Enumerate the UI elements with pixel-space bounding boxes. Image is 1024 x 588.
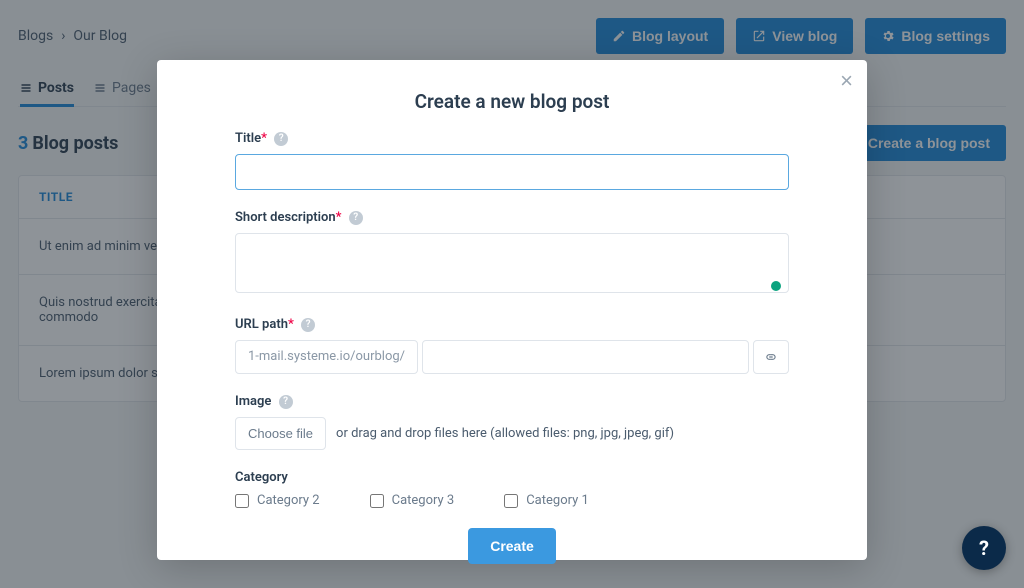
help-icon[interactable]: ? — [301, 318, 315, 332]
category-option[interactable]: Category 3 — [370, 493, 455, 508]
file-hint: or drag and drop files here (allowed fil… — [336, 426, 674, 441]
url-prefix: 1-mail.systeme.io/ourblog/ — [235, 340, 418, 374]
category-checkbox[interactable] — [235, 494, 249, 508]
grammarly-icon — [771, 281, 781, 291]
category-option-label: Category 2 — [257, 493, 320, 508]
short-description-input[interactable] — [235, 233, 789, 293]
url-link-button[interactable] — [753, 340, 789, 374]
help-icon[interactable]: ? — [349, 211, 363, 225]
help-icon[interactable]: ? — [274, 132, 288, 146]
choose-file-button[interactable]: Choose file — [235, 417, 326, 450]
title-label: Title* ? — [235, 131, 789, 146]
url-path-input[interactable] — [422, 340, 749, 374]
url-path-label: URL path* ? — [235, 317, 789, 332]
help-icon[interactable]: ? — [279, 395, 293, 409]
help-fab[interactable]: ? — [962, 526, 1006, 570]
create-post-modal: × Create a new blog post Title* ? Short … — [157, 60, 867, 560]
modal-overlay[interactable]: × Create a new blog post Title* ? Short … — [0, 0, 1024, 588]
link-icon — [764, 350, 778, 364]
category-option[interactable]: Category 2 — [235, 493, 320, 508]
close-icon: × — [840, 68, 853, 93]
image-label: Image ? — [235, 394, 789, 409]
short-description-label: Short description* ? — [235, 210, 789, 225]
category-option-label: Category 3 — [392, 493, 455, 508]
modal-title: Create a new blog post — [157, 60, 867, 131]
title-input[interactable] — [235, 154, 789, 190]
category-option[interactable]: Category 1 — [504, 493, 589, 508]
create-button[interactable]: Create — [468, 528, 556, 564]
category-checkbox[interactable] — [504, 494, 518, 508]
category-option-label: Category 1 — [526, 493, 589, 508]
close-button[interactable]: × — [840, 70, 853, 92]
category-checkbox[interactable] — [370, 494, 384, 508]
category-label: Category — [235, 470, 789, 485]
